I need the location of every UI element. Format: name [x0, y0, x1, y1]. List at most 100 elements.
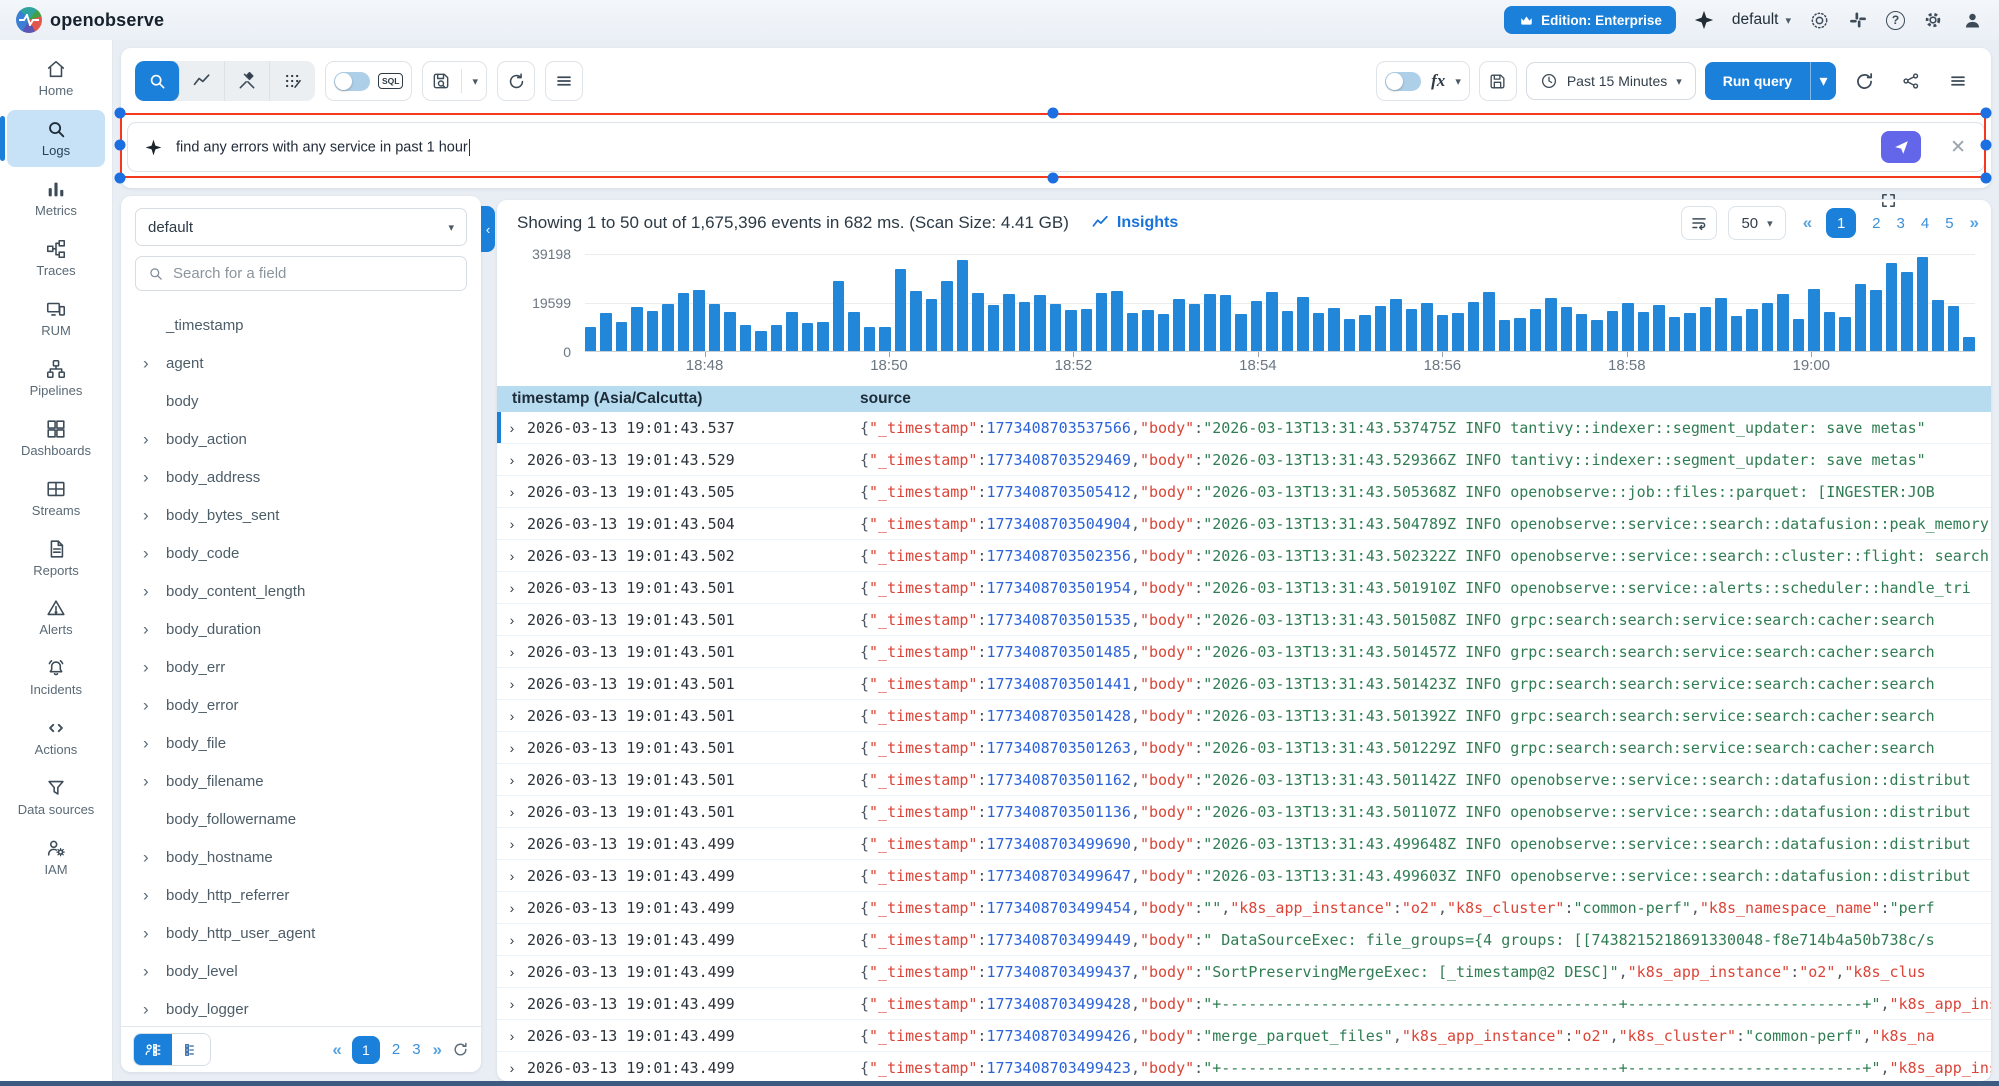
horizontal-scrollbar[interactable] — [0, 1081, 1999, 1086]
sidebar-item-traces[interactable]: Traces — [7, 230, 105, 287]
field-item[interactable]: ›body_content_length — [121, 572, 481, 610]
settings-gear-icon[interactable] — [1922, 9, 1944, 31]
field-item[interactable]: body_followername — [121, 800, 481, 838]
sidebar-item-incidents[interactable]: Incidents — [7, 649, 105, 706]
field-item[interactable]: body — [121, 382, 481, 420]
chevron-right-icon[interactable]: › — [143, 659, 149, 676]
expand-row-icon[interactable]: › — [497, 668, 527, 699]
run-query-dropdown-icon[interactable]: ▾ — [1810, 62, 1836, 100]
more-menu-icon[interactable] — [1939, 61, 1977, 101]
field-item[interactable]: ›body_address — [121, 458, 481, 496]
chevron-right-icon[interactable]: › — [143, 849, 149, 866]
sidebar-item-metrics[interactable]: Metrics — [7, 170, 105, 227]
interesting-fields-button[interactable] — [270, 61, 315, 101]
log-row[interactable]: ›2026-03-13 19:01:43.499{"_timestamp":17… — [497, 828, 1991, 860]
function-toggle[interactable] — [1385, 72, 1421, 91]
field-item[interactable]: ›body_filename — [121, 762, 481, 800]
chevron-right-icon[interactable]: › — [143, 431, 149, 448]
user-avatar-icon[interactable] — [1961, 9, 1983, 31]
log-row[interactable]: ›2026-03-13 19:01:43.501{"_timestamp":17… — [497, 764, 1991, 796]
reset-refresh-button[interactable] — [497, 61, 535, 101]
sidebar-item-actions[interactable]: Actions — [7, 709, 105, 766]
refresh-fields-icon[interactable] — [452, 1041, 469, 1058]
sparkle-icon[interactable] — [1693, 9, 1715, 31]
chevron-right-icon[interactable]: › — [143, 887, 149, 904]
chevron-right-icon[interactable]: › — [143, 773, 149, 790]
expand-row-icon[interactable]: › — [497, 764, 527, 795]
close-icon[interactable]: ✕ — [1944, 136, 1972, 159]
help-icon[interactable]: ? — [1886, 11, 1905, 30]
run-query-button[interactable]: Run query ▾ — [1705, 62, 1836, 100]
field-item[interactable]: ›agent — [121, 344, 481, 382]
field-item[interactable]: ›body_error — [121, 686, 481, 724]
nl-query-input[interactable]: find any errors with any service in past… — [176, 139, 1868, 156]
page-button[interactable]: 3 — [412, 1041, 420, 1058]
field-item[interactable]: ›body_http_referrer — [121, 876, 481, 914]
expand-row-icon[interactable]: › — [497, 860, 527, 891]
field-search-input[interactable] — [173, 265, 455, 282]
org-selector[interactable]: default ▾ — [1732, 11, 1791, 29]
save-function-button[interactable] — [1479, 61, 1517, 101]
column-header-timestamp[interactable]: timestamp (Asia/Calcutta) — [497, 390, 860, 408]
expand-row-icon[interactable]: › — [497, 828, 527, 859]
saved-search-dropdown-icon[interactable]: ▾ — [472, 75, 478, 88]
expand-row-icon[interactable]: › — [497, 412, 527, 443]
chevron-right-icon[interactable]: › — [143, 735, 149, 752]
first-page-icon[interactable]: « — [332, 1040, 339, 1060]
expand-row-icon[interactable]: › — [497, 988, 527, 1019]
expand-row-icon[interactable]: › — [497, 444, 527, 475]
expand-row-icon[interactable]: › — [497, 732, 527, 763]
chevron-right-icon[interactable]: › — [143, 1001, 149, 1018]
log-row[interactable]: ›2026-03-13 19:01:43.499{"_timestamp":17… — [497, 860, 1991, 892]
page-button[interactable]: 5 — [1945, 215, 1953, 232]
sidebar-item-dashboards[interactable]: Dashboards — [7, 410, 105, 467]
first-page-icon[interactable]: « — [1803, 213, 1810, 233]
log-row[interactable]: ›2026-03-13 19:01:43.529{"_timestamp":17… — [497, 444, 1991, 476]
histogram-plot-area[interactable] — [585, 254, 1975, 352]
chevron-right-icon[interactable]: › — [143, 963, 149, 980]
expand-row-icon[interactable]: › — [497, 892, 527, 923]
log-row[interactable]: ›2026-03-13 19:01:43.501{"_timestamp":17… — [497, 732, 1991, 764]
user-fields-view-button[interactable] — [134, 1034, 172, 1065]
chevron-right-icon[interactable]: › — [143, 621, 149, 638]
expand-row-icon[interactable]: › — [497, 604, 527, 635]
rows-per-page-selector[interactable]: 50 ▾ — [1728, 206, 1785, 240]
tools-button[interactable] — [225, 61, 270, 101]
saved-search-icon[interactable] — [431, 71, 451, 91]
chevron-right-icon[interactable]: › — [143, 583, 149, 600]
field-item[interactable]: ›body_hostname — [121, 838, 481, 876]
fullscreen-icon[interactable] — [1880, 192, 1897, 209]
insights-link[interactable]: Insights — [1091, 214, 1178, 233]
sql-mode-toggle[interactable] — [334, 72, 370, 91]
expand-row-icon[interactable]: › — [497, 796, 527, 827]
field-item[interactable]: ›body_err — [121, 648, 481, 686]
submit-query-button[interactable] — [1881, 131, 1921, 163]
log-row[interactable]: ›2026-03-13 19:01:43.501{"_timestamp":17… — [497, 636, 1991, 668]
auto-refresh-button[interactable] — [1845, 61, 1883, 101]
sidebar-item-alerts[interactable]: Alerts — [7, 589, 105, 646]
schema-fields-view-button[interactable] — [172, 1034, 210, 1065]
time-range-selector[interactable]: Past 15 Minutes ▾ — [1526, 62, 1696, 100]
expand-row-icon[interactable]: › — [497, 508, 527, 539]
page-button[interactable]: 3 — [1897, 215, 1905, 232]
last-page-icon[interactable]: » — [433, 1040, 440, 1060]
expand-row-icon[interactable]: › — [497, 956, 527, 987]
field-item[interactable]: ›body_logger — [121, 990, 481, 1026]
log-row[interactable]: ›2026-03-13 19:01:43.499{"_timestamp":17… — [497, 892, 1991, 924]
log-row[interactable]: ›2026-03-13 19:01:43.537{"_timestamp":17… — [497, 412, 1991, 444]
chevron-right-icon[interactable]: › — [143, 545, 149, 562]
expand-row-icon[interactable]: › — [497, 572, 527, 603]
chevron-right-icon[interactable]: › — [143, 469, 149, 486]
field-item[interactable]: ›body_action — [121, 420, 481, 458]
chevron-right-icon[interactable]: › — [143, 925, 149, 942]
column-header-source[interactable]: source — [860, 390, 911, 408]
expand-row-icon[interactable]: › — [497, 476, 527, 507]
chart-mode-button[interactable] — [180, 61, 225, 101]
log-row[interactable]: ›2026-03-13 19:01:43.501{"_timestamp":17… — [497, 572, 1991, 604]
fx-dropdown-icon[interactable]: ▾ — [1455, 75, 1461, 88]
expand-row-icon[interactable]: › — [497, 1052, 527, 1081]
theme-toggle-icon[interactable] — [1808, 9, 1830, 31]
log-row[interactable]: ›2026-03-13 19:01:43.499{"_timestamp":17… — [497, 1020, 1991, 1052]
collapse-fields-panel-button[interactable]: ‹ — [481, 206, 495, 252]
sidebar-item-reports[interactable]: Reports — [7, 530, 105, 587]
